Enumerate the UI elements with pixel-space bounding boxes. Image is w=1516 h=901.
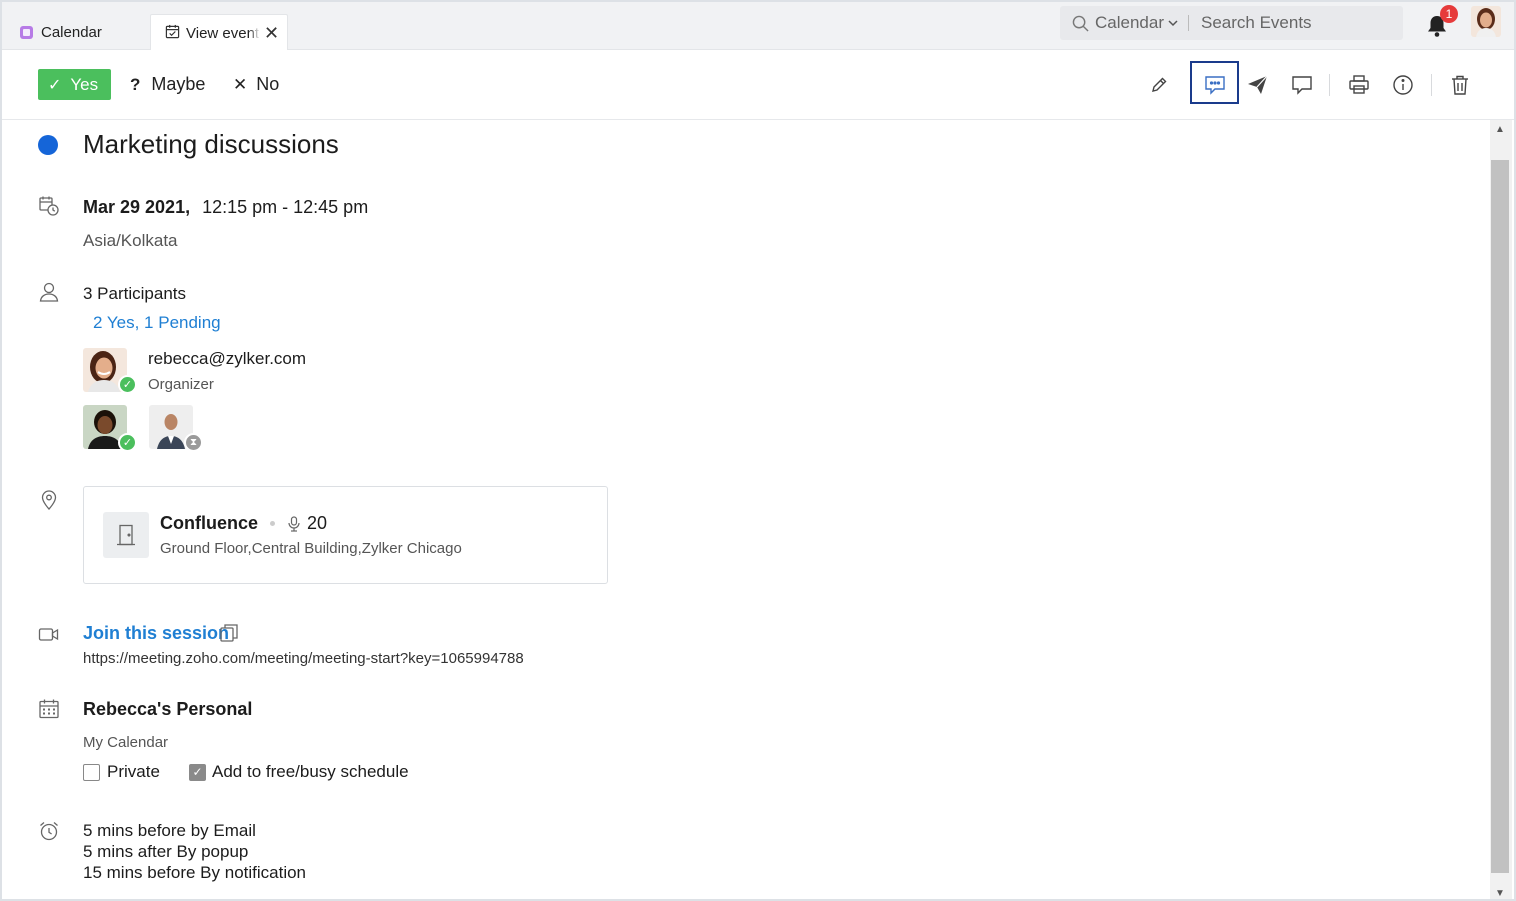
rsvp-maybe-label: Maybe: [151, 74, 206, 94]
search-bar[interactable]: Calendar Search Events: [1060, 6, 1403, 40]
event-details: Marketing discussions Mar 29 2021, 12:15…: [2, 120, 1490, 899]
tab-calendar[interactable]: Calendar: [12, 14, 140, 51]
organizer-role: Organizer: [148, 376, 214, 393]
person-icon: [38, 281, 60, 303]
room-name: Confluence: [160, 513, 259, 533]
question-icon: ?: [130, 74, 141, 94]
pending-hourglass-icon: ⧗: [184, 433, 203, 452]
organizer-email: rebecca@zylker.com: [148, 349, 307, 368]
chat-icon[interactable]: [1202, 72, 1228, 98]
search-scope-dropdown[interactable]: Calendar: [1095, 13, 1164, 33]
freebusy-label: Add to free/busy schedule: [212, 762, 409, 781]
join-session-link[interactable]: Join this session: [83, 623, 229, 644]
scroll-down-arrow-icon[interactable]: ▼: [1495, 888, 1505, 899]
print-icon[interactable]: [1346, 72, 1372, 98]
video-icon: [38, 623, 60, 645]
reminders-list: 5 mins before by Email 5 mins after By p…: [83, 820, 306, 883]
trash-icon[interactable]: [1447, 72, 1473, 98]
scroll-up-arrow-icon[interactable]: ▲: [1495, 124, 1505, 135]
rsvp-maybe-button[interactable]: ? Maybe: [130, 69, 205, 100]
event-date: Mar 29 2021,: [83, 197, 191, 217]
tab-view-event[interactable]: View event ✕: [150, 14, 288, 51]
send-icon[interactable]: [1245, 72, 1271, 98]
comment-icon[interactable]: [1289, 72, 1315, 98]
accepted-check-icon: ✓: [118, 375, 137, 394]
calendar-grid-icon: [38, 698, 60, 720]
rsvp-yes-label: Yes: [70, 74, 99, 94]
room-capacity: 20: [307, 513, 328, 533]
door-icon: [103, 512, 149, 558]
room-card[interactable]: Confluence 20 Ground Floor,Central Build…: [83, 486, 608, 584]
toolbar-divider: [1329, 74, 1330, 96]
tab-calendar-label: Calendar: [41, 24, 102, 41]
accepted-check-icon: ✓: [118, 433, 137, 452]
toolbar-divider: [1431, 74, 1432, 96]
capacity-icon: [287, 515, 301, 532]
rsvp-no-button[interactable]: ✕ No: [233, 69, 279, 100]
close-tab-icon[interactable]: ✕: [264, 24, 279, 42]
copy-icon[interactable]: [219, 623, 239, 643]
cross-icon: ✕: [233, 74, 248, 94]
freebusy-option[interactable]: ✓ Add to free/busy schedule: [189, 762, 409, 782]
room-header: Confluence 20: [160, 513, 327, 534]
event-title: Marketing discussions: [83, 129, 339, 159]
chevron-down-icon: [1168, 19, 1178, 27]
alarm-clock-icon: [38, 820, 60, 842]
private-option[interactable]: Private: [83, 762, 160, 782]
search-input[interactable]: Search Events: [1201, 13, 1312, 33]
rsvp-yes-button[interactable]: ✓ Yes: [38, 69, 111, 100]
check-icon: ✓: [48, 76, 62, 94]
search-icon: [1072, 15, 1089, 32]
room-address: Ground Floor,Central Building,Zylker Chi…: [160, 540, 462, 557]
participants-summary-link[interactable]: 2 Yes, 1 Pending: [93, 313, 221, 333]
location-pin-icon: [38, 488, 60, 510]
event-toolbar: ✓ Yes ? Maybe ✕ No: [2, 50, 1514, 120]
info-icon[interactable]: [1390, 72, 1416, 98]
participants-count: 3 Participants: [83, 284, 186, 303]
calendar-app-icon: [20, 26, 33, 39]
event-time: 12:15 pm - 12:45 pm: [202, 197, 369, 217]
app-window: Calendar View event ✕ Calendar Search Ev…: [0, 0, 1516, 901]
notification-count-badge: 1: [1440, 5, 1458, 23]
freebusy-checkbox[interactable]: ✓: [189, 763, 206, 781]
pencil-icon[interactable]: [1146, 72, 1172, 98]
event-view-icon: [165, 24, 180, 43]
private-label: Private: [107, 762, 160, 781]
reminder-item: 15 mins before By notification: [83, 863, 307, 882]
user-avatar[interactable]: [1471, 6, 1501, 37]
event-color-dot: [38, 135, 58, 155]
search-divider: [1188, 15, 1189, 31]
dot-separator: [270, 521, 276, 526]
event-timezone: Asia/Kolkata: [83, 231, 178, 250]
reminder-item: 5 mins after By popup: [83, 842, 249, 861]
tab-bar: Calendar View event ✕ Calendar Search Ev…: [2, 2, 1514, 51]
calendar-group: My Calendar: [83, 734, 169, 751]
calendar-name: Rebecca's Personal: [83, 699, 253, 719]
rsvp-no-label: No: [256, 74, 280, 94]
scrollbar-thumb[interactable]: [1491, 160, 1509, 873]
tab-view-event-label: View event: [186, 24, 260, 42]
private-checkbox[interactable]: [83, 763, 100, 781]
vertical-scrollbar[interactable]: ▲ ▼: [1490, 120, 1512, 899]
reminder-item: 5 mins before by Email: [83, 821, 256, 840]
event-datetime: Mar 29 2021, 12:15 pm - 12:45 pm: [83, 197, 368, 218]
calendar-clock-icon: [38, 195, 60, 217]
meeting-url[interactable]: https://meeting.zoho.com/meeting/meeting…: [83, 650, 524, 667]
